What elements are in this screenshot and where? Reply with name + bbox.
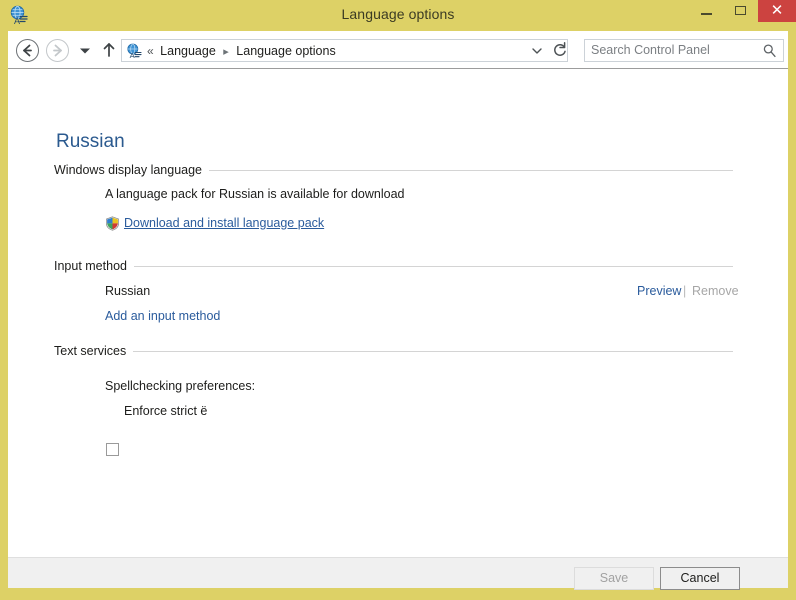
breadcrumb-bar[interactable]: A « Language ▸ Language options (121, 39, 568, 62)
breadcrumb-overflow[interactable]: « (147, 44, 157, 58)
maximize-icon (735, 6, 746, 15)
page-title: Russian (56, 131, 125, 153)
up-one-level-button[interactable] (98, 39, 120, 62)
back-button[interactable] (16, 39, 39, 62)
section-rule-text-services (54, 351, 733, 352)
chevron-down-icon (74, 39, 96, 62)
minimize-icon (701, 13, 712, 15)
enforce-strict-checkbox-label[interactable]: Enforce strict ë (124, 404, 207, 418)
refresh-icon (549, 40, 571, 61)
display-language-status-text: A language pack for Russian is available… (105, 187, 405, 201)
download-language-pack-link[interactable]: Download and install language pack (124, 216, 324, 230)
close-button[interactable]: ✕ (758, 0, 796, 22)
breadcrumb-dropdown-button[interactable] (527, 40, 547, 61)
breadcrumb-separator-icon[interactable]: ▸ (219, 46, 233, 58)
section-heading-text-services: Text services (54, 344, 133, 358)
back-arrow-icon (17, 40, 38, 61)
uac-shield-icon (105, 216, 120, 231)
search-icon[interactable] (762, 43, 777, 58)
close-icon: ✕ (758, 0, 796, 22)
maximize-button[interactable] (724, 0, 758, 22)
forward-arrow-icon (47, 40, 68, 61)
breadcrumb-language-globe-icon: A (126, 43, 142, 59)
search-input[interactable]: Search Control Panel (591, 43, 710, 58)
spellchecking-preferences-label: Spellchecking preferences: (105, 379, 255, 393)
address-bar: A « Language ▸ Language options (8, 31, 788, 69)
section-rule-input-method (54, 266, 733, 267)
up-arrow-icon (98, 39, 120, 62)
title-bar: A Language options ✕ (0, 0, 796, 31)
search-box[interactable]: Search Control Panel (584, 39, 784, 62)
svg-text:A: A (130, 51, 135, 59)
language-options-window: A Language options ✕ (0, 0, 796, 600)
input-method-name: Russian (105, 284, 150, 298)
breadcrumb-item-language-options[interactable]: Language options (236, 44, 335, 58)
cancel-button[interactable]: Cancel (660, 567, 740, 590)
window-client-area: A « Language ▸ Language options (8, 31, 788, 587)
forward-button[interactable] (46, 39, 69, 62)
section-heading-display-language: Windows display language (54, 163, 209, 177)
breadcrumb-item-language[interactable]: Language (160, 44, 216, 58)
window-title: Language options (0, 6, 796, 22)
minimize-button[interactable] (690, 0, 724, 22)
add-input-method-link[interactable]: Add an input method (105, 309, 220, 323)
breadcrumb: « Language ▸ Language options (147, 43, 336, 60)
footer-button-bar: Save Cancel (8, 557, 788, 588)
save-button[interactable]: Save (574, 567, 654, 590)
recent-locations-button[interactable] (74, 39, 96, 62)
section-heading-input-method: Input method (54, 259, 134, 273)
content-area: Russian Windows display language A langu… (8, 69, 788, 557)
preview-link[interactable]: Preview (637, 284, 681, 298)
link-separator: | (683, 284, 686, 298)
refresh-button[interactable] (549, 40, 571, 61)
chevron-down-icon (527, 40, 547, 61)
remove-link[interactable]: Remove (692, 284, 739, 298)
enforce-strict-checkbox[interactable] (106, 443, 119, 456)
